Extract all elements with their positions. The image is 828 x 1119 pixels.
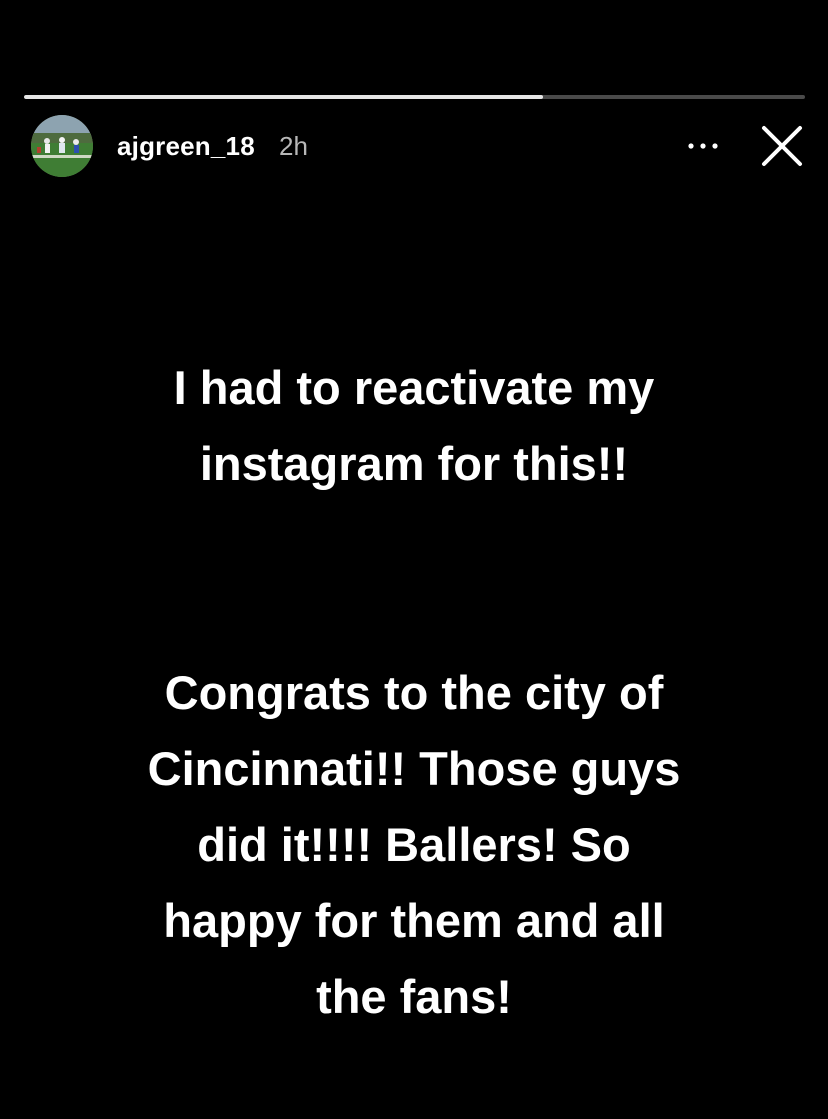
close-icon xyxy=(762,126,802,166)
timestamp: 2h xyxy=(279,131,308,161)
story-progress-bar xyxy=(24,95,805,99)
story-text-paragraph-2: Congrats to the city of Cincinnati!! Tho… xyxy=(147,666,681,1023)
story-progress-fill xyxy=(24,95,544,99)
profile-photo-icon xyxy=(31,115,93,177)
username[interactable]: ajgreen_18 xyxy=(117,131,255,162)
close-button[interactable] xyxy=(757,121,807,171)
more-options-button[interactable] xyxy=(680,128,726,164)
story-text-paragraph-1: I had to reactivate my instagram for thi… xyxy=(173,361,655,490)
more-horizontal-icon xyxy=(688,143,718,149)
avatar[interactable] xyxy=(31,115,93,177)
